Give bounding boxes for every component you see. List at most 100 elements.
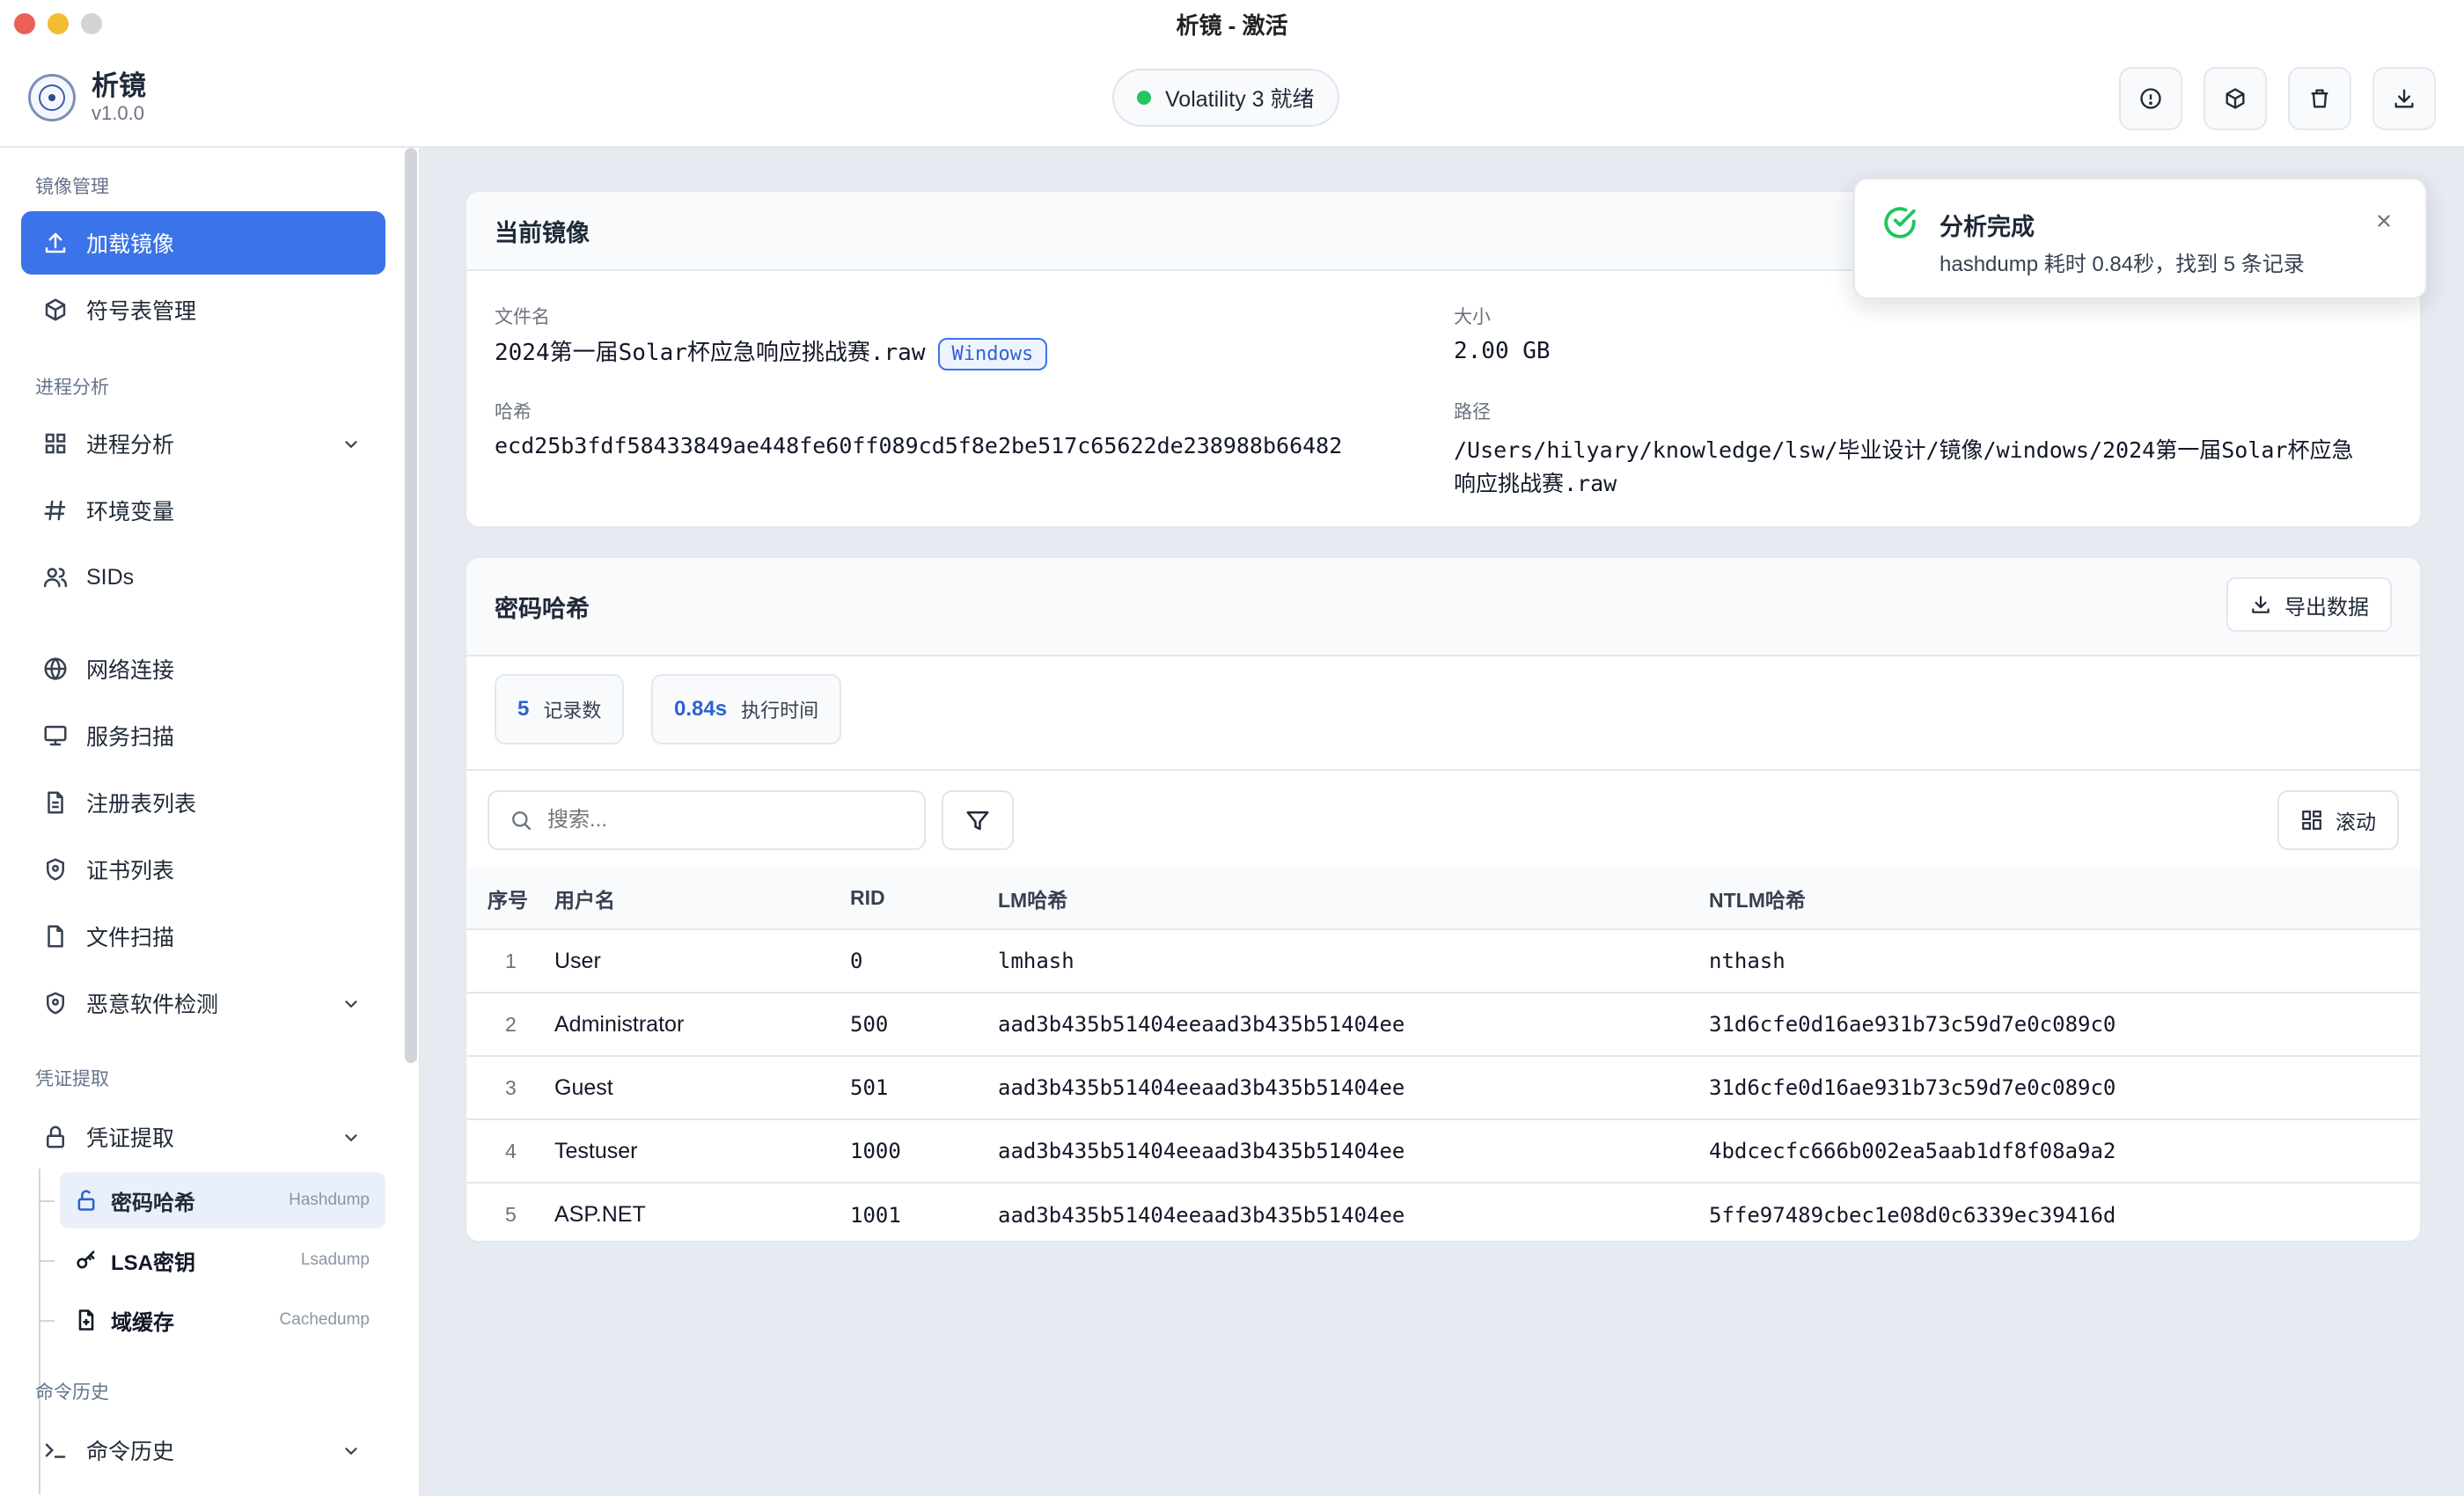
time-value: 0.84s bbox=[674, 697, 728, 721]
col-header-username[interactable]: 用户名 bbox=[554, 868, 850, 929]
window-title: 析镜 - 激活 bbox=[1176, 11, 1288, 39]
download-icon bbox=[2252, 596, 2270, 613]
sidebar-item-label: 恶意软件检测 bbox=[86, 993, 219, 1017]
sidebar-item-certs[interactable]: 证书列表 bbox=[21, 838, 385, 901]
sidebar-item-file-scan[interactable]: 文件扫描 bbox=[21, 905, 385, 968]
password-hash-card: 密码哈希 导出数据 5 记录数 0.84s 执行时间 滚动 序号 用户名 bbox=[465, 556, 2422, 1243]
search-field[interactable] bbox=[488, 790, 926, 850]
section-title-credentials: 凭证提取 bbox=[35, 1069, 109, 1089]
scroll-mode-button[interactable]: 滚动 bbox=[2277, 790, 2399, 850]
subitem-label: 密码哈希 bbox=[111, 1191, 195, 1215]
shield-alert-icon bbox=[47, 992, 64, 1015]
sidebar-item-label: 进程分析 bbox=[86, 433, 175, 458]
col-header-lm-hash[interactable]: LM哈希 bbox=[998, 868, 1709, 929]
sidebar-item-symbol-table[interactable]: 符号表管理 bbox=[21, 278, 385, 341]
table-row[interactable]: 4 Testuser 1000 aad3b435b51404eeaad3b435… bbox=[466, 1119, 2420, 1183]
status-text: Volatility 3 就绪 bbox=[1165, 87, 1315, 112]
sidebar-subitem-cachedump[interactable]: 域缓存 Cachedump bbox=[60, 1292, 385, 1348]
download-button[interactable] bbox=[2372, 67, 2436, 130]
cell-ntlm-hash: nthash bbox=[1709, 949, 1786, 973]
cell-username: User bbox=[554, 948, 601, 973]
toast-title: 分析完成 bbox=[1940, 214, 2035, 240]
delete-button[interactable] bbox=[2288, 67, 2351, 130]
sidebar-item-process-analysis[interactable]: 进程分析 bbox=[21, 412, 385, 475]
package-button[interactable] bbox=[2204, 67, 2267, 130]
sidebar-item-credentials[interactable]: 凭证提取 bbox=[21, 1105, 385, 1169]
export-label: 导出数据 bbox=[2284, 595, 2369, 620]
sidebar-item-sids[interactable]: SIDs bbox=[21, 546, 385, 609]
cell-username: Guest bbox=[554, 1074, 613, 1100]
toast-message: hashdump 耗时 0.84秒，找到 5 条记录 bbox=[1940, 253, 2305, 276]
sidebar-item-registry[interactable]: 注册表列表 bbox=[21, 771, 385, 834]
sidebar-item-label: 命令历史 bbox=[86, 1440, 175, 1464]
cube-icon bbox=[2226, 88, 2245, 109]
cell-lm-hash: lmhash bbox=[998, 949, 1074, 973]
os-badge: Windows bbox=[937, 338, 1048, 370]
sidebar-item-malware[interactable]: 恶意软件检测 bbox=[21, 972, 385, 1035]
sidebar-item-label: 网络连接 bbox=[86, 658, 175, 683]
sidebar-scrollbar[interactable] bbox=[405, 148, 417, 1063]
path-value-line2: 响应挑战赛.raw bbox=[1454, 471, 1617, 496]
minimize-window-button[interactable] bbox=[48, 13, 69, 34]
download-icon bbox=[2394, 89, 2414, 108]
filter-button[interactable] bbox=[942, 790, 1014, 850]
sidebar: 镜像管理 加载镜像 符号表管理 进程分析 进程分析 环境变量 SIDs 网络连接… bbox=[0, 148, 421, 1496]
cell-username: Testuser bbox=[554, 1138, 638, 1163]
hash-table: 序号 用户名 RID LM哈希 NTLM哈希 1 User 0 lmhash n… bbox=[466, 868, 2420, 1241]
filename-label: 文件名 bbox=[495, 307, 550, 327]
close-window-button[interactable] bbox=[14, 13, 35, 34]
status-dot-icon bbox=[1137, 91, 1151, 105]
cell-ntlm-hash: 4bdcecfc666b002ea5aab1df8f08a9a2 bbox=[1709, 1139, 2116, 1163]
terminal-icon bbox=[45, 1443, 66, 1458]
search-input[interactable] bbox=[547, 808, 899, 832]
sidebar-item-network[interactable]: 网络连接 bbox=[21, 637, 385, 700]
subitem-tag: Cachedump bbox=[279, 1310, 370, 1329]
cell-lm-hash: aad3b435b51404eeaad3b435b51404ee bbox=[998, 1139, 1405, 1163]
close-icon[interactable] bbox=[2374, 211, 2394, 231]
sidebar-item-env-vars[interactable]: 环境变量 bbox=[21, 479, 385, 542]
sidebar-item-label: 加载镜像 bbox=[86, 232, 175, 257]
info-button[interactable] bbox=[2119, 67, 2182, 130]
brand: 析镜 v1.0.0 bbox=[28, 70, 146, 125]
table-row[interactable]: 1 User 0 lmhash nthash bbox=[466, 929, 2420, 993]
time-stat: 0.84s 执行时间 bbox=[651, 674, 842, 744]
cell-rid: 500 bbox=[850, 1012, 889, 1037]
sidebar-subitem-lsadump[interactable]: LSA密钥 Lsadump bbox=[60, 1232, 385, 1288]
export-data-button[interactable]: 导出数据 bbox=[2226, 577, 2392, 632]
sidebar-item-history[interactable]: 命令历史 bbox=[21, 1419, 385, 1482]
app-header: 析镜 v1.0.0 Volatility 3 就绪 bbox=[0, 48, 2464, 148]
filename-value: 2024第一届Solar杯应急响应挑战赛.raw Windows bbox=[495, 334, 1048, 370]
sidebar-item-label: 服务扫描 bbox=[86, 725, 175, 750]
sidebar-subitem-hashdump[interactable]: 密码哈希 Hashdump bbox=[60, 1172, 385, 1228]
lock-icon bbox=[47, 1126, 64, 1148]
cell-username: Administrator bbox=[554, 1011, 685, 1037]
file-text-icon bbox=[48, 791, 63, 814]
file-plus-icon bbox=[78, 1309, 94, 1331]
col-header-index[interactable]: 序号 bbox=[466, 868, 554, 929]
cell-index: 1 bbox=[505, 949, 517, 972]
table-row[interactable]: 5 ASP.NET 1001 aad3b435b51404eeaad3b435b… bbox=[466, 1183, 2420, 1241]
hash-icon bbox=[44, 500, 66, 521]
table-row[interactable]: 3 Guest 501 aad3b435b51404eeaad3b435b514… bbox=[466, 1056, 2420, 1119]
zoom-window-button[interactable] bbox=[81, 13, 102, 34]
col-header-ntlm-hash[interactable]: NTLM哈希 bbox=[1709, 868, 2420, 929]
volatility-status: Volatility 3 就绪 bbox=[1112, 69, 1339, 127]
table-row[interactable]: 2 Administrator 500 aad3b435b51404eeaad3… bbox=[466, 993, 2420, 1056]
password-hash-title: 密码哈希 bbox=[466, 558, 2420, 656]
sidebar-item-service-scan[interactable]: 服务扫描 bbox=[21, 704, 385, 767]
filename-text: 2024第一届Solar杯应急响应挑战赛.raw bbox=[495, 340, 926, 366]
cell-index: 5 bbox=[505, 1203, 517, 1226]
col-header-rid[interactable]: RID bbox=[850, 868, 998, 929]
submenu-tick bbox=[39, 1200, 55, 1202]
grid-icon bbox=[45, 433, 66, 454]
layout-icon bbox=[2302, 810, 2321, 830]
cell-index: 2 bbox=[505, 1012, 517, 1036]
section-title-process: 进程分析 bbox=[35, 378, 109, 398]
cell-index: 3 bbox=[505, 1075, 517, 1099]
chevron-down-icon bbox=[345, 1001, 357, 1008]
sidebar-item-load-image[interactable]: 加载镜像 bbox=[21, 211, 385, 275]
cell-ntlm-hash: 31d6cfe0d16ae931b73c59d7e0c089c0 bbox=[1709, 1012, 2116, 1037]
records-label: 记录数 bbox=[543, 700, 602, 722]
sidebar-item-label: 符号表管理 bbox=[86, 299, 197, 324]
cell-ntlm-hash: 31d6cfe0d16ae931b73c59d7e0c089c0 bbox=[1709, 1075, 2116, 1100]
